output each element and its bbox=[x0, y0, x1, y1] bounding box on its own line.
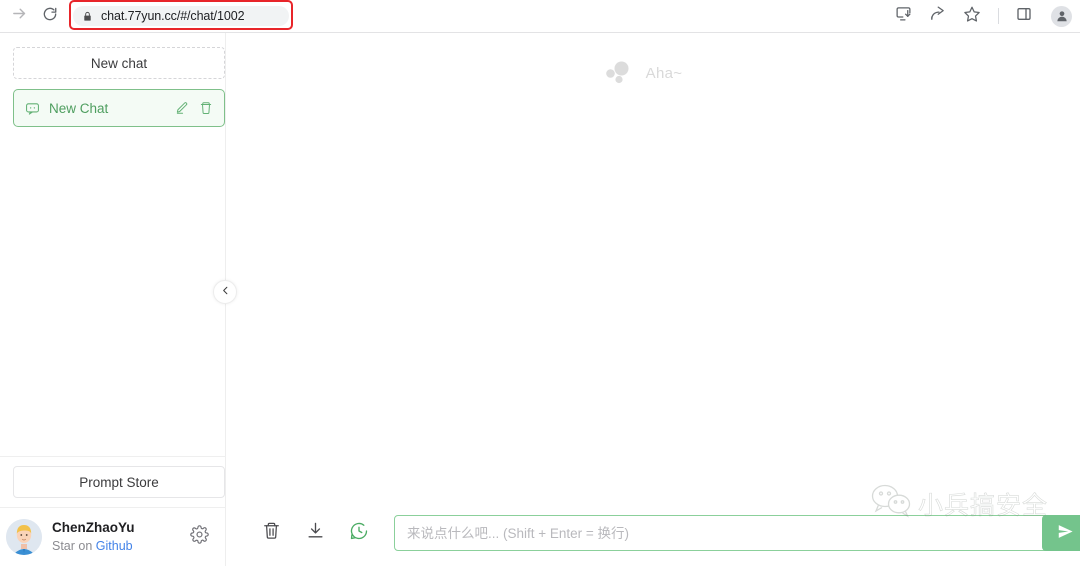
address-bar[interactable]: chat.77yun.cc/#/chat/1002 bbox=[73, 6, 289, 26]
user-meta: ChenZhaoYu Star on Github bbox=[52, 519, 177, 554]
aha-dots-logo bbox=[604, 59, 632, 87]
chat-list-item-actions bbox=[175, 101, 213, 115]
install-app-icon[interactable] bbox=[895, 5, 912, 27]
side-panel-icon[interactable] bbox=[1016, 6, 1032, 27]
settings-button[interactable] bbox=[187, 525, 211, 549]
export-conversation-button[interactable] bbox=[304, 522, 326, 544]
sidebar-collapse-button[interactable] bbox=[213, 280, 237, 304]
user-name: ChenZhaoYu bbox=[52, 520, 135, 536]
chat-list: New Chat bbox=[0, 79, 225, 127]
app-root: New chat New Chat Prompt Store ChenZhaoY… bbox=[0, 33, 1080, 566]
profile-avatar[interactable] bbox=[1051, 5, 1072, 27]
omnibox-container[interactable]: chat.77yun.cc/#/chat/1002 bbox=[69, 0, 293, 30]
user-avatar-icon[interactable] bbox=[6, 519, 42, 555]
download-icon bbox=[306, 521, 325, 545]
lock-icon bbox=[82, 10, 93, 23]
chat-list-item-label: New Chat bbox=[49, 100, 109, 116]
reload-icon bbox=[42, 6, 58, 27]
github-link[interactable]: Github bbox=[96, 539, 133, 553]
empty-state-text: Aha~ bbox=[645, 64, 683, 82]
prompt-store-button[interactable]: Prompt Store bbox=[13, 466, 225, 498]
chat-bubble-icon bbox=[25, 101, 40, 116]
sidebar-footer: ChenZhaoYu Star on Github bbox=[0, 508, 225, 566]
pencil-icon[interactable] bbox=[175, 101, 189, 115]
composer-bar bbox=[226, 500, 1080, 566]
toolbar-divider bbox=[998, 8, 999, 24]
empty-state: Aha~ bbox=[226, 59, 1080, 87]
chat-history-button[interactable] bbox=[348, 522, 370, 544]
chat-history-icon bbox=[349, 521, 369, 546]
chat-list-item-active[interactable]: New Chat bbox=[13, 89, 225, 127]
user-subtitle: Star on Github bbox=[52, 538, 177, 555]
chevron-left-icon bbox=[220, 283, 231, 301]
new-chat-button[interactable]: New chat bbox=[13, 47, 225, 79]
browser-action-icons bbox=[895, 5, 1072, 28]
sidebar: New chat New Chat Prompt Store ChenZhaoY… bbox=[0, 33, 237, 566]
arrow-right-icon bbox=[11, 5, 28, 27]
sidebar-header: New chat bbox=[0, 33, 225, 79]
browser-reload-button[interactable] bbox=[37, 3, 63, 29]
prompt-store-section: Prompt Store bbox=[0, 457, 225, 507]
bookmark-star-icon[interactable] bbox=[963, 5, 981, 28]
send-button[interactable] bbox=[1042, 515, 1080, 551]
gear-icon bbox=[189, 525, 209, 549]
clear-conversation-button[interactable] bbox=[260, 522, 282, 544]
browser-forward-button[interactable] bbox=[6, 3, 32, 29]
browser-toolbar: chat.77yun.cc/#/chat/1002 bbox=[0, 0, 1080, 33]
trash-icon bbox=[262, 521, 281, 545]
send-icon bbox=[1057, 523, 1074, 543]
main-content: Aha~ 来说点什么吧... (Shift + Enter = 换行) 小兵搞安… bbox=[226, 33, 1080, 566]
message-input[interactable] bbox=[394, 515, 1080, 551]
trash-icon[interactable] bbox=[199, 101, 213, 115]
user-subtitle-prefix: Star on bbox=[52, 538, 96, 553]
address-bar-url: chat.77yun.cc/#/chat/1002 bbox=[101, 9, 245, 23]
message-area: Aha~ bbox=[226, 33, 1080, 500]
share-icon[interactable] bbox=[929, 5, 946, 27]
